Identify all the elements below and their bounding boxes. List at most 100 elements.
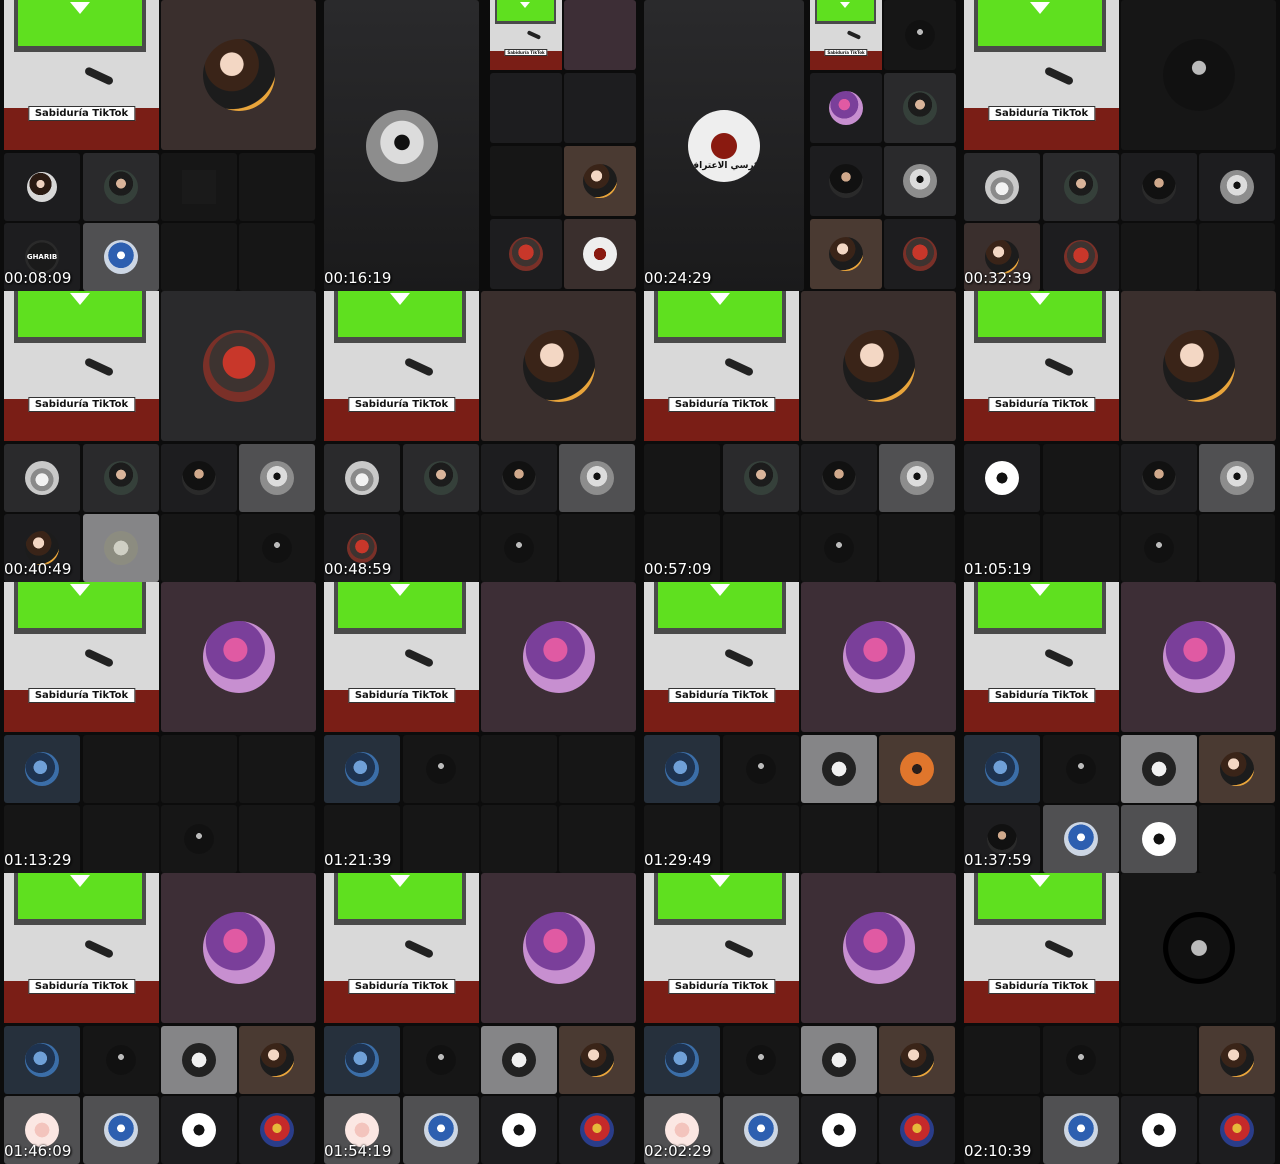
video-frame[interactable]: Sabiduría TikTok 01:29:49 [640, 582, 960, 873]
video-frame[interactable]: Sabiduría TikTok 00:32:39 [960, 0, 1280, 291]
participant-tile[interactable] [4, 153, 80, 221]
video-frame[interactable]: كرسي الاعتراف Sabiduría TikTok 00:24:29 [640, 0, 960, 291]
participant-tile[interactable] [324, 444, 400, 512]
video-frame[interactable]: Sabiduría TikTok 00:57:09 [640, 291, 960, 582]
participant-tile[interactable] [1121, 514, 1197, 582]
participant-tile[interactable] [564, 219, 636, 289]
participant-tile[interactable] [83, 805, 159, 873]
participant-tile[interactable] [161, 805, 237, 873]
participant-tile[interactable] [884, 219, 956, 289]
participant-tile[interactable] [161, 873, 316, 1023]
participant-tile[interactable] [559, 805, 635, 873]
participant-tile[interactable] [559, 514, 635, 582]
participant-tile[interactable] [481, 1026, 557, 1094]
participant-tile[interactable] [1121, 223, 1197, 291]
participant-tile[interactable] [239, 514, 315, 582]
participant-tile[interactable]: كرسي الاعتراف [644, 0, 804, 291]
video-frame[interactable]: Sabiduría TikTok 01:13:29 [0, 582, 320, 873]
participant-tile[interactable] [964, 735, 1040, 803]
participant-tile[interactable] [83, 153, 159, 221]
participant-tile[interactable] [161, 444, 237, 512]
participant-tile[interactable] [161, 291, 316, 441]
participant-tile[interactable] [83, 1026, 159, 1094]
participant-tile[interactable] [1121, 1096, 1197, 1164]
participant-tile[interactable] [1199, 514, 1275, 582]
participant-tile[interactable] [1121, 805, 1197, 873]
participant-tile[interactable] [161, 514, 237, 582]
video-frame[interactable]: Sabiduría TikTok 00:16:19 [320, 0, 640, 291]
participant-tile[interactable] [644, 1026, 720, 1094]
participant-tile[interactable] [239, 223, 315, 291]
participant-tile[interactable] [801, 444, 877, 512]
video-frame[interactable]: Sabiduría TikTok 01:05:19 [960, 291, 1280, 582]
participant-tile[interactable] [964, 444, 1040, 512]
participant-tile[interactable] [324, 735, 400, 803]
participant-tile[interactable] [801, 1026, 877, 1094]
participant-tile[interactable] [1043, 1096, 1119, 1164]
participant-tile[interactable] [723, 444, 799, 512]
participant-tile[interactable] [723, 514, 799, 582]
participant-tile[interactable] [964, 1026, 1040, 1094]
participant-tile[interactable] [239, 444, 315, 512]
participant-tile[interactable] [1121, 291, 1276, 441]
participant-tile[interactable] [801, 514, 877, 582]
participant-tile[interactable] [161, 0, 316, 150]
participant-tile[interactable] [161, 582, 316, 732]
participant-tile[interactable] [324, 1026, 400, 1094]
participant-tile[interactable] [1043, 735, 1119, 803]
participant-tile[interactable] [1199, 444, 1275, 512]
participant-tile[interactable] [83, 1096, 159, 1164]
video-frame[interactable]: Sabiduría TikTok GHARIB 00:08:09 [0, 0, 320, 291]
participant-tile[interactable] [801, 735, 877, 803]
participant-tile[interactable] [879, 444, 955, 512]
participant-tile[interactable] [1199, 1026, 1275, 1094]
participant-tile[interactable] [161, 223, 237, 291]
participant-tile[interactable] [810, 219, 882, 289]
participant-tile[interactable] [1121, 153, 1197, 221]
participant-tile[interactable] [1121, 0, 1276, 150]
participant-tile[interactable] [490, 73, 562, 143]
video-frame[interactable]: Sabiduría TikTok 01:54:19 [320, 873, 640, 1164]
participant-tile[interactable] [161, 735, 237, 803]
participant-tile[interactable] [239, 153, 315, 221]
participant-tile[interactable] [879, 1096, 955, 1164]
participant-tile[interactable] [4, 735, 80, 803]
participant-tile[interactable] [1121, 873, 1276, 1023]
participant-tile[interactable] [481, 1096, 557, 1164]
participant-tile[interactable] [1199, 223, 1275, 291]
participant-tile[interactable] [801, 582, 956, 732]
participant-tile[interactable] [83, 514, 159, 582]
participant-tile[interactable] [644, 444, 720, 512]
participant-tile[interactable] [810, 146, 882, 216]
participant-tile[interactable] [879, 805, 955, 873]
participant-tile[interactable] [801, 873, 956, 1023]
participant-tile[interactable] [481, 291, 636, 441]
participant-tile[interactable] [481, 735, 557, 803]
participant-tile[interactable] [879, 514, 955, 582]
participant-tile[interactable] [4, 444, 80, 512]
video-frame[interactable]: Sabiduría TikTok 01:37:59 [960, 582, 1280, 873]
participant-tile[interactable] [723, 735, 799, 803]
participant-tile[interactable] [559, 735, 635, 803]
participant-tile[interactable] [1043, 444, 1119, 512]
participant-tile[interactable] [1043, 223, 1119, 291]
participant-tile[interactable] [481, 514, 557, 582]
participant-tile[interactable] [239, 1026, 315, 1094]
participant-tile[interactable] [239, 735, 315, 803]
video-frame[interactable]: Sabiduría TikTok 00:48:59 [320, 291, 640, 582]
participant-tile[interactable] [884, 0, 956, 70]
participant-tile[interactable] [481, 582, 636, 732]
video-frame[interactable]: Sabiduría TikTok 02:02:29 [640, 873, 960, 1164]
participant-tile[interactable] [403, 514, 479, 582]
participant-tile[interactable] [490, 219, 562, 289]
participant-tile[interactable] [559, 1026, 635, 1094]
participant-tile[interactable] [801, 1096, 877, 1164]
participant-tile[interactable] [161, 1026, 237, 1094]
video-frame[interactable]: Sabiduría TikTok 02:10:39 [960, 873, 1280, 1164]
participant-tile[interactable] [403, 1096, 479, 1164]
participant-tile[interactable] [559, 1096, 635, 1164]
participant-tile[interactable] [723, 1096, 799, 1164]
participant-tile[interactable] [1199, 805, 1275, 873]
participant-tile[interactable] [723, 1026, 799, 1094]
participant-tile[interactable] [83, 223, 159, 291]
